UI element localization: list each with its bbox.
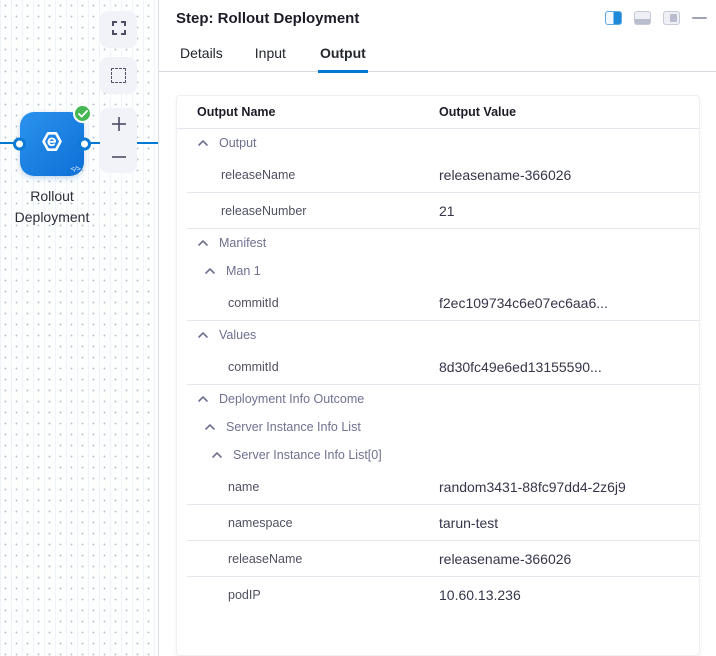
rollout-deployment-icon: [39, 129, 65, 160]
section-row-man-1[interactable]: Man 1: [177, 257, 699, 285]
section-row-server-instance-info-list-0[interactable]: Server Instance Info List[0]: [177, 441, 699, 469]
output-table-card: Output Name Output Value Output releaseN…: [176, 95, 700, 656]
success-check-badge: [73, 104, 92, 123]
input-port[interactable]: [13, 138, 26, 151]
output-key: namespace: [177, 516, 439, 530]
section-label: Manifest: [219, 236, 266, 250]
node-label: Rollout Deployment: [0, 186, 112, 228]
table-row: name random3431-88fc97dd4-2z6j9: [177, 469, 699, 505]
table-row: releaseName releasename-366026: [177, 157, 699, 193]
expand-icon: [111, 20, 127, 39]
zoom-controls: [100, 108, 137, 173]
section-label: Values: [219, 328, 256, 342]
output-key: commitId: [177, 360, 439, 374]
chevron-up-icon[interactable]: [211, 450, 223, 460]
marquee-select-button[interactable]: [100, 57, 137, 94]
marquee-select-icon: [111, 68, 126, 83]
split-view-icon[interactable]: [605, 11, 622, 25]
output-value: 10.60.13.236: [439, 579, 639, 611]
section-row-values[interactable]: Values: [177, 321, 699, 349]
output-value: random3431-88fc97dd4-2z6j9: [439, 471, 639, 503]
pipeline-canvas[interactable]: </> Rollout Deployment: [0, 0, 158, 656]
output-value: 8d30fc49e6ed13155590...: [439, 351, 639, 383]
chevron-up-icon[interactable]: [197, 394, 209, 404]
output-value: releasename-366026: [439, 159, 639, 191]
step-node-rollout-deployment[interactable]: </>: [20, 112, 84, 176]
panel-title: Step: Rollout Deployment: [176, 10, 359, 27]
dock-right-icon[interactable]: [663, 11, 680, 25]
code-icon: </>: [70, 165, 80, 173]
tab-bar: Details Input Output: [159, 33, 716, 72]
chevron-up-icon[interactable]: [197, 238, 209, 248]
output-key: releaseName: [177, 168, 439, 182]
table-row: namespace tarun-test: [177, 505, 699, 541]
chevron-up-icon[interactable]: [204, 266, 216, 276]
tab-output[interactable]: Output: [318, 45, 368, 73]
output-value: tarun-test: [439, 507, 639, 539]
output-value: f2ec109734c6e07ec6aa6...: [439, 287, 639, 319]
column-header-output-value: Output Value: [439, 105, 699, 119]
output-key: podIP: [177, 588, 439, 602]
tab-details[interactable]: Details: [180, 45, 223, 73]
panel-layout-controls: [605, 11, 707, 25]
column-header-output-name: Output Name: [177, 105, 439, 119]
output-key: commitId: [177, 296, 439, 310]
panel-header: Step: Rollout Deployment: [159, 0, 716, 33]
output-value: releasename-366026: [439, 543, 639, 575]
zoom-in-button[interactable]: [100, 108, 137, 141]
output-key: releaseName: [177, 552, 439, 566]
section-label: Server Instance Info List[0]: [233, 448, 382, 462]
section-row-server-instance-info-list[interactable]: Server Instance Info List: [177, 413, 699, 441]
collapse-minus-icon[interactable]: [692, 17, 707, 19]
table-header-row: Output Name Output Value: [177, 96, 699, 129]
output-value: 21: [439, 195, 639, 227]
zoom-out-button[interactable]: [100, 141, 137, 174]
chevron-up-icon[interactable]: [204, 422, 216, 432]
output-key: releaseNumber: [177, 204, 439, 218]
table-row: commitId 8d30fc49e6ed13155590...: [177, 349, 699, 385]
dock-bottom-icon[interactable]: [634, 11, 651, 25]
table-row: commitId f2ec109734c6e07ec6aa6...: [177, 285, 699, 321]
table-row: releaseName releasename-366026: [177, 541, 699, 577]
fullscreen-expand-button[interactable]: [100, 11, 137, 48]
chevron-up-icon[interactable]: [197, 138, 209, 148]
output-port[interactable]: [78, 138, 91, 151]
section-row-manifest[interactable]: Manifest: [177, 229, 699, 257]
section-row-output[interactable]: Output: [177, 129, 699, 157]
table-row: podIP 10.60.13.236: [177, 577, 699, 613]
table-row: releaseNumber 21: [177, 193, 699, 229]
section-label: Man 1: [226, 264, 261, 278]
tab-input[interactable]: Input: [255, 45, 286, 73]
step-details-panel: Step: Rollout Deployment Details Input O…: [159, 0, 716, 656]
section-label: Server Instance Info List: [226, 420, 361, 434]
output-key: name: [177, 480, 439, 494]
section-label: Deployment Info Outcome: [219, 392, 364, 406]
section-label: Output: [219, 136, 257, 150]
section-row-deployment-info-outcome[interactable]: Deployment Info Outcome: [177, 385, 699, 413]
chevron-up-icon[interactable]: [197, 330, 209, 340]
